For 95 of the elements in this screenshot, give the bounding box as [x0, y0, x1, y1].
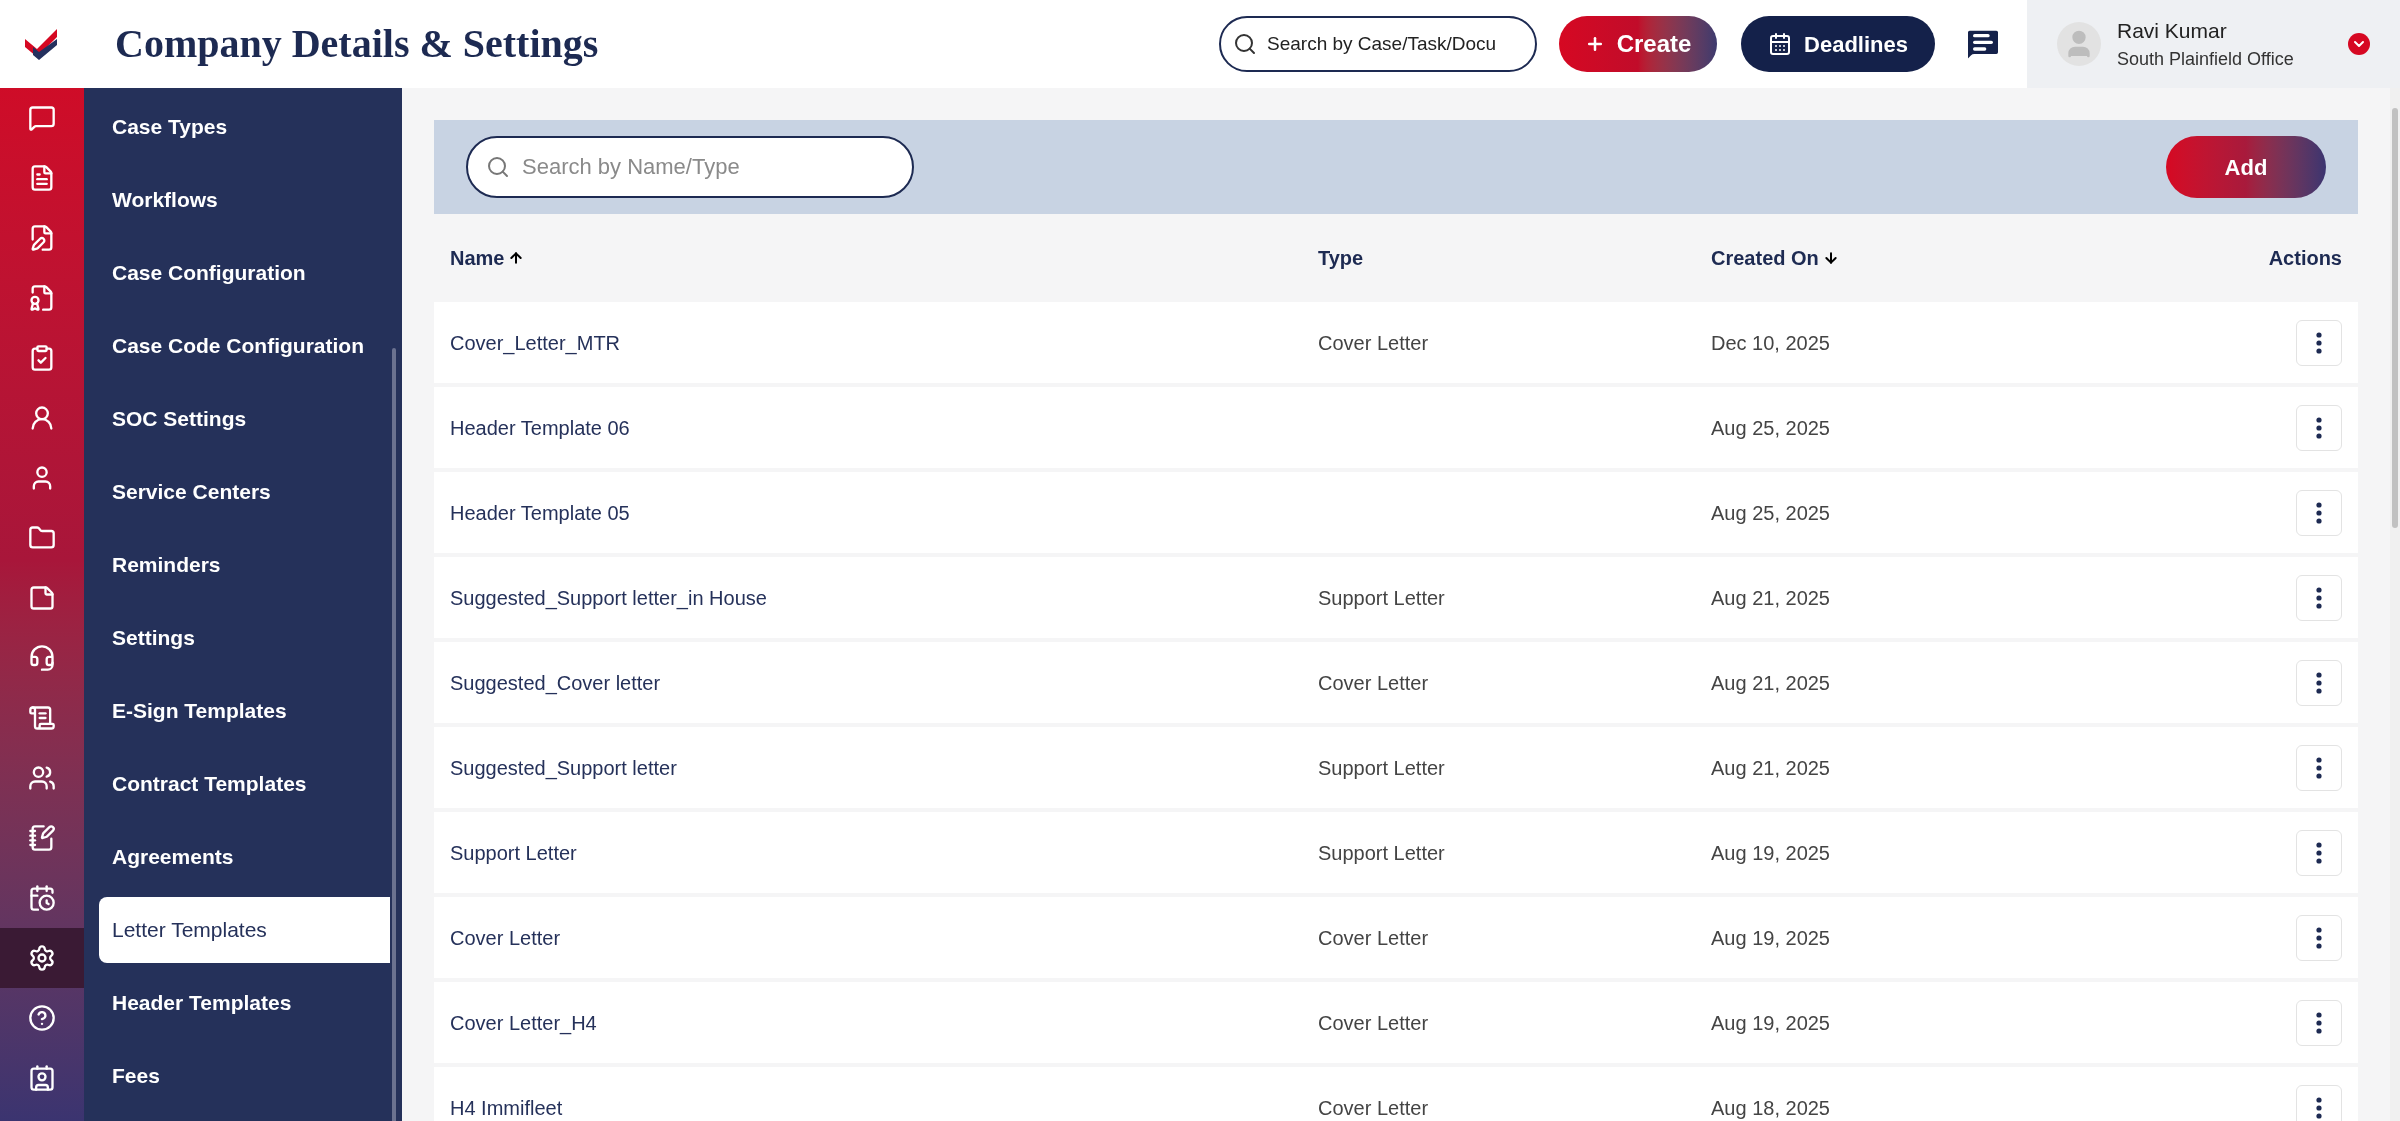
template-name-link[interactable]: Cover Letter — [450, 926, 561, 949]
deadlines-button[interactable]: Deadlines — [1741, 16, 1935, 72]
date-cell: Aug 19, 2025 — [1711, 926, 1830, 949]
row-actions-button[interactable] — [2296, 574, 2342, 621]
notebook-icon — [28, 824, 56, 852]
date-cell: Aug 18, 2025 — [1711, 1096, 1830, 1119]
type-cell: Cover Letter — [1318, 331, 1429, 354]
more-icon — [2316, 501, 2322, 524]
scroll-icon — [28, 704, 56, 732]
folder-icon — [28, 524, 56, 552]
more-icon — [2316, 331, 2322, 354]
sidebar-item[interactable]: Case Configuration — [99, 240, 390, 306]
sidebar-scrollbar[interactable] — [392, 348, 396, 1121]
search-icon — [486, 155, 510, 179]
sidebar-item[interactable]: Service Centers — [99, 459, 390, 525]
date-cell: Aug 19, 2025 — [1711, 841, 1830, 864]
sidebar-item[interactable]: Header Templates — [99, 970, 390, 1036]
date-cell: Aug 25, 2025 — [1711, 416, 1830, 439]
more-icon — [2316, 841, 2322, 864]
template-name-link[interactable]: Cover_Letter_MTR — [450, 331, 621, 354]
template-name-link[interactable]: Support Letter — [450, 841, 577, 864]
note-icon — [28, 584, 56, 612]
type-cell: Cover Letter — [1318, 671, 1429, 694]
user-name: Ravi Kumar — [2117, 17, 2228, 44]
user-office: South Plainfield Office — [2117, 48, 2295, 72]
calendar-clock-icon — [28, 884, 56, 912]
template-name-link[interactable]: Suggested_Cover letter — [450, 671, 661, 694]
sidebar-item[interactable]: Contract Templates — [99, 751, 390, 817]
template-name-link[interactable]: Cover Letter_H4 — [450, 1011, 597, 1034]
row-actions-button[interactable] — [2296, 829, 2342, 876]
user-panel[interactable]: Ravi Kumar South Plainfield Office — [2027, 0, 2400, 88]
sidebar-item[interactable]: Agreements — [99, 824, 390, 890]
column-header[interactable]: Actions — [2268, 243, 2342, 273]
template-name-link[interactable]: Suggested_Support letter_in House — [450, 586, 767, 609]
date-cell: Aug 21, 2025 — [1711, 586, 1830, 609]
type-cell: Support Letter — [1318, 841, 1445, 864]
add-button[interactable]: Add — [2166, 136, 2326, 198]
sidebar-item[interactable]: Letter Templates — [99, 897, 390, 963]
type-cell: Cover Letter — [1318, 926, 1429, 949]
more-icon — [2316, 586, 2322, 609]
global-search-field[interactable]: Search by Case/Task/Docu — [1219, 16, 1537, 72]
sidebar-item[interactable]: Fees — [99, 1043, 390, 1109]
template-name-link[interactable]: H4 Immifleet — [450, 1096, 563, 1119]
help-icon — [28, 1004, 56, 1032]
rail-button[interactable] — [0, 928, 84, 988]
settings-icon — [28, 944, 56, 972]
date-cell: Aug 21, 2025 — [1711, 671, 1830, 694]
badge-document-icon — [28, 284, 56, 312]
page-scrollbar[interactable] — [2390, 88, 2400, 1121]
row-actions-button[interactable] — [2296, 404, 2342, 451]
more-icon — [2316, 926, 2322, 949]
search-icon — [1233, 32, 1257, 56]
more-icon — [2316, 1011, 2322, 1034]
row-actions-button[interactable] — [2296, 914, 2342, 961]
column-header[interactable]: Type — [1318, 243, 1364, 273]
headset-icon — [28, 644, 56, 672]
type-cell: Cover Letter — [1318, 1096, 1429, 1119]
sidebar-item[interactable]: Case Types — [99, 94, 390, 160]
template-name-link[interactable]: Header Template 05 — [450, 501, 630, 524]
template-name-link[interactable]: Suggested_Support letter — [450, 756, 677, 779]
people-icon — [28, 764, 56, 792]
page-title: Company Details & Settings — [114, 20, 600, 68]
more-icon — [2316, 756, 2322, 779]
date-cell: Aug 21, 2025 — [1711, 756, 1830, 779]
dropdown-icon — [2348, 33, 2370, 55]
contact-card-icon — [28, 1064, 56, 1092]
row-actions-button[interactable] — [2296, 319, 2342, 366]
calendar-icon — [1768, 32, 1793, 56]
row-actions-button[interactable] — [2296, 489, 2342, 536]
type-cell: Cover Letter — [1318, 1011, 1429, 1034]
row-actions-button[interactable] — [2296, 659, 2342, 706]
row-actions-button[interactable] — [2296, 1084, 2342, 1121]
column-header[interactable]: Created On — [1711, 243, 1819, 273]
sidebar-item[interactable]: Workflows — [99, 167, 390, 233]
more-icon — [2316, 671, 2322, 694]
template-name-link[interactable]: Header Template 06 — [450, 416, 630, 439]
row-actions-button[interactable] — [2296, 999, 2342, 1046]
date-cell: Aug 19, 2025 — [1711, 1011, 1830, 1034]
date-cell: Aug 25, 2025 — [1711, 501, 1830, 524]
more-icon — [2316, 416, 2322, 439]
create-button[interactable]: Create — [1559, 16, 1717, 72]
more-icon — [2316, 1096, 2322, 1119]
column-header[interactable]: Name — [450, 243, 505, 273]
name-search-field[interactable]: Search by Name/Type — [466, 136, 914, 198]
avatar-icon — [2057, 22, 2101, 66]
sidebar-item[interactable]: Settings — [99, 605, 390, 671]
type-cell: Support Letter — [1318, 756, 1445, 779]
sidebar-item[interactable]: Case Code Configuration — [99, 313, 390, 379]
type-cell: Support Letter — [1318, 586, 1445, 609]
row-actions-button[interactable] — [2296, 744, 2342, 791]
date-cell: Dec 10, 2025 — [1711, 331, 1830, 354]
sidebar-item[interactable]: Reminders — [99, 532, 390, 598]
sidebar-item[interactable]: E-Sign Templates — [99, 678, 390, 744]
chat-icon — [28, 104, 56, 132]
sidebar-item[interactable]: SOC Settings — [99, 386, 390, 452]
